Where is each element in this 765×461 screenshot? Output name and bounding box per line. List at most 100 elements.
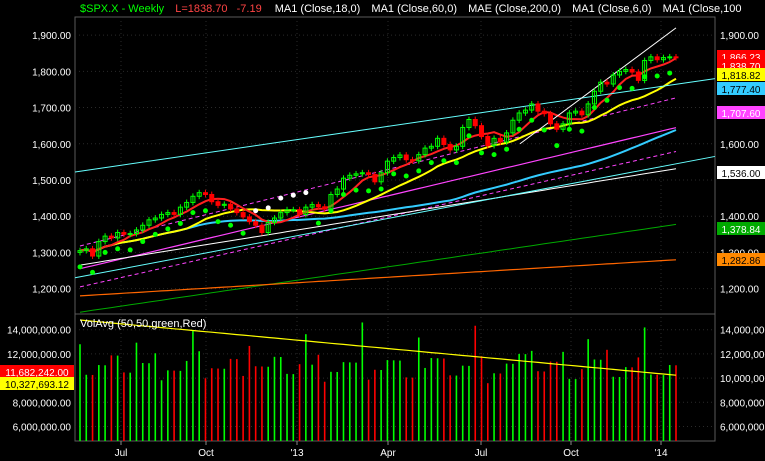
sar-dot (654, 73, 660, 79)
sar-dot (190, 210, 196, 216)
sar-dot (340, 191, 346, 197)
sar-dot (441, 158, 447, 164)
sar-dot (642, 74, 648, 80)
sar-dot (77, 264, 83, 270)
y-tick-label: 1,900.00 (32, 31, 71, 42)
candle-body (579, 110, 585, 116)
candle-body (479, 125, 485, 138)
candle-body (485, 136, 491, 147)
sar-dot (466, 133, 472, 139)
vol-right-tick-label: 6,000,000 (720, 422, 765, 433)
candle-body (535, 103, 541, 112)
study-ma6-label: MA1 (Close,6,0) (572, 3, 651, 15)
sar-dot (140, 239, 146, 245)
sar-dot (491, 152, 497, 158)
candle-body (228, 203, 234, 210)
candle-body (604, 81, 610, 85)
vol-tick-label: 8,000,000.00 (13, 398, 72, 409)
x-tick-label: '13 (290, 448, 303, 459)
x-tick-label: Oct (563, 448, 579, 459)
volume-tag-label: 10,327,693.12 (5, 380, 69, 391)
sar-dot (177, 220, 183, 226)
vol-right-tick-label: 14,000,000 (720, 326, 765, 337)
price-tag-label: 1,536.00 (722, 169, 761, 180)
vol-right-tick-label: 8,000,000 (720, 398, 765, 409)
y-tick-label: 1,400.00 (32, 212, 71, 223)
sar-dot (403, 173, 409, 179)
candle-body (315, 204, 321, 208)
y-tick-label: 1,300.00 (32, 248, 71, 259)
candle-body (554, 123, 560, 130)
x-tick-label: Jul (475, 448, 488, 459)
sar-dot (303, 190, 309, 196)
right-y-tick-label: 1,400.00 (720, 212, 759, 223)
candle-body (635, 71, 641, 81)
candle-body (322, 206, 328, 210)
last-price-label: L=1838.70 (175, 3, 227, 15)
sar-dot (240, 230, 246, 236)
sar-dot (504, 146, 510, 152)
right-y-tick-label: 1,600.00 (720, 140, 759, 151)
candle-body (108, 235, 114, 239)
x-tick-label: Apr (380, 448, 396, 459)
price-tag-label: 1,777.40 (722, 85, 761, 96)
sar-dot (253, 208, 259, 214)
volume-panel-label: VolAvg (50,50,green,Red) (80, 318, 206, 330)
candle-body (290, 209, 296, 212)
candle-body (202, 192, 208, 195)
candle-body (410, 159, 416, 162)
sar-dot (566, 126, 572, 132)
candle-body (366, 172, 372, 176)
vol-tick-label: 6,000,000.00 (13, 422, 72, 433)
study-ma100-label: MA1 (Close,100 (663, 3, 742, 15)
symbol-label: $SPX.X - Weekly (80, 3, 165, 15)
candle-body (472, 119, 478, 127)
candle-body (667, 56, 673, 59)
candle-body (253, 221, 259, 226)
sar-dot (328, 208, 334, 214)
candle-body (497, 137, 503, 143)
sar-dot (579, 128, 585, 134)
candle-body (240, 212, 246, 218)
sar-dot (353, 187, 359, 193)
sar-dot (667, 70, 673, 76)
sar-dot (315, 220, 321, 226)
y-tick-label: 1,500.00 (32, 176, 71, 187)
right-y-tick-label: 1,900.00 (720, 31, 759, 42)
sar-dot (215, 219, 221, 225)
candle-body (629, 69, 635, 73)
candle-body (171, 212, 177, 215)
candle-body (209, 193, 215, 203)
sar-dot (541, 127, 547, 133)
sar-dot (278, 195, 284, 201)
vol-right-tick-label: 10,000,000 (720, 374, 765, 385)
stock-chart[interactable]: 1,900.00 1,800.00 1,700.00 1,600.00 1,500.00… (0, 0, 765, 461)
candle-body (259, 224, 265, 234)
candle-body (403, 154, 409, 161)
x-tick-label: '14 (654, 448, 667, 459)
sar-dot (416, 168, 422, 174)
candle-body (654, 56, 660, 61)
candle-body (297, 209, 303, 215)
y-tick-label: 1,200.00 (32, 285, 71, 296)
candle-body (121, 232, 127, 235)
sar-dot (152, 231, 158, 237)
price-tag-label: 1,707.60 (722, 109, 761, 120)
vol-right-tick-label: 12,000,000 (720, 350, 765, 361)
sar-dot (391, 171, 397, 177)
price-tag-label: 1,818.82 (722, 71, 761, 82)
y-tick-label: 1,800.00 (32, 67, 71, 78)
price-tag-label: 1,378.84 (722, 225, 761, 236)
candle-body (673, 56, 679, 59)
candle-body (441, 137, 447, 145)
sar-dot (102, 249, 108, 255)
sar-dot (366, 188, 372, 194)
sar-dot (554, 143, 560, 149)
candle-body (548, 113, 554, 125)
candle-body (246, 216, 252, 223)
x-tick-label: Oct (198, 448, 214, 459)
sar-dot (90, 269, 96, 275)
vol-tick-label: 12,000,000.00 (7, 350, 71, 361)
candle-body (90, 248, 96, 257)
sar-dot (265, 205, 271, 211)
